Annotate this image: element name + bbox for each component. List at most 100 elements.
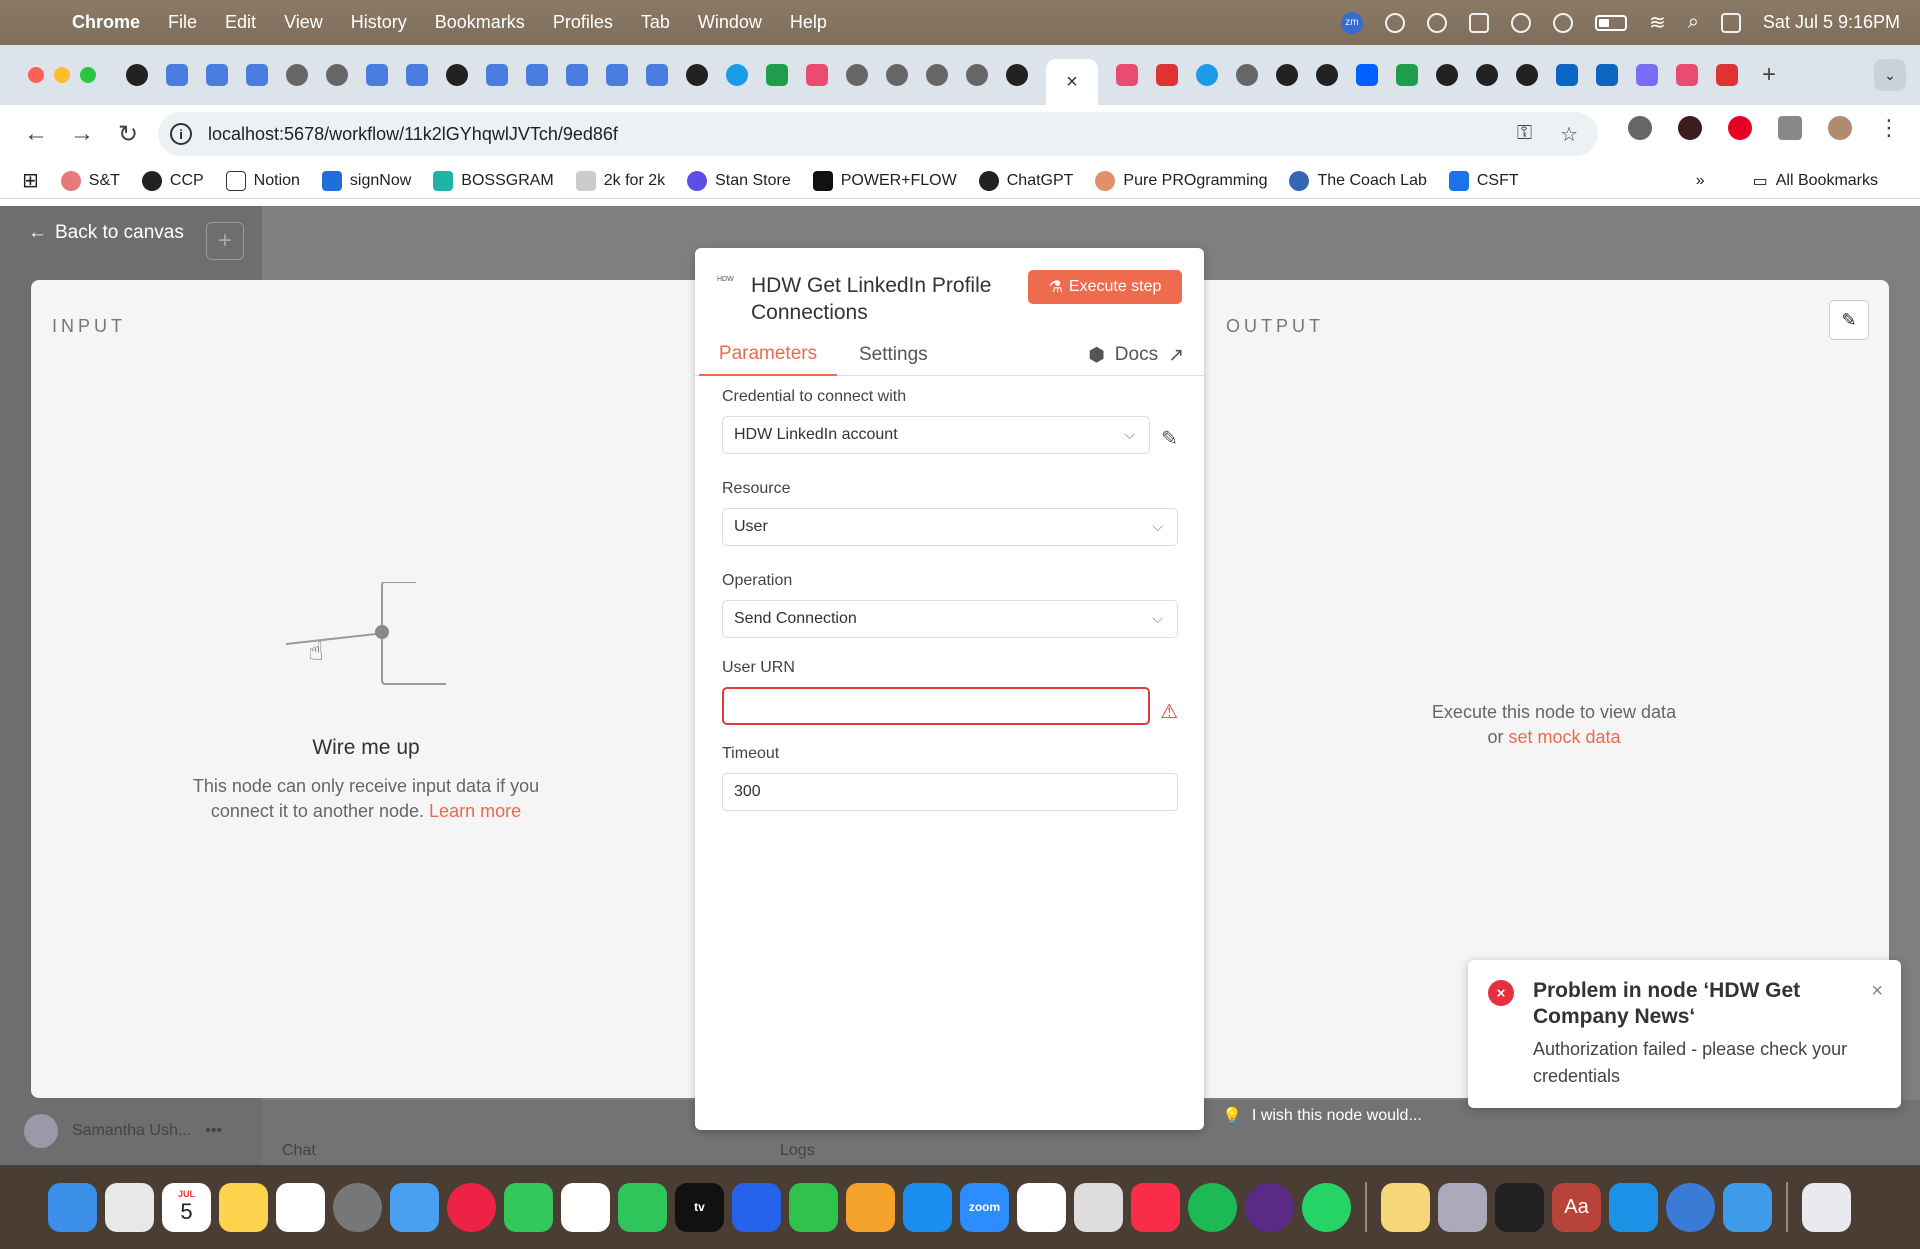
edit-credential-pencil-icon[interactable]: ✎ [1161,426,1178,451]
tab-purple-icon[interactable] [1636,64,1658,86]
bookmark-stan-store[interactable]: Stan Store [687,170,791,191]
dock-photos-icon[interactable] [561,1182,610,1232]
reload-icon[interactable]: ↻ [108,114,148,154]
bookmark-chatgpt[interactable]: ChatGPT [978,170,1073,191]
wifi-icon[interactable]: ≋ [1649,10,1666,35]
dock-appstore-icon[interactable] [903,1182,952,1232]
dock-music-icon[interactable] [1131,1182,1180,1232]
menu-profiles[interactable]: Profiles [553,12,613,33]
maximize-window-button[interactable] [80,67,96,83]
focus-icon[interactable] [1426,12,1447,33]
dock-app-icon[interactable] [1245,1182,1294,1232]
tab-blue-icon[interactable] [726,64,748,86]
dock-keynote-icon[interactable] [1723,1182,1772,1232]
bookmark-the-coach-lab[interactable]: The Coach Lab [1289,170,1427,191]
dock-facetime-icon[interactable] [618,1182,667,1232]
menubar-clock[interactable]: Sat Jul 5 9:16PM [1763,12,1900,33]
dock-freeform-icon[interactable] [276,1182,325,1232]
dock-calendar-icon[interactable]: JUL 5 [162,1182,211,1232]
tab-parameters[interactable]: Parameters [699,334,837,376]
password-key-icon[interactable]: ⚿ [1517,122,1532,147]
tab-chatgpt-icon[interactable] [1006,64,1028,86]
node-title[interactable]: HDW Get LinkedIn Profile Connections [751,272,1011,326]
address-url[interactable]: localhost:5678/workflow/11k2lGYhqwlJVTch… [208,124,618,145]
dock-spotify-icon[interactable] [1188,1182,1237,1232]
bookmark-ccp[interactable]: CCP [141,170,204,191]
menu-window[interactable]: Window [698,12,762,33]
extensions-puzzle-icon[interactable] [1778,116,1802,140]
tab-doc-icon[interactable] [206,64,228,86]
tab-doc-icon[interactable] [246,64,268,86]
chrome-menu-icon[interactable]: ⋮ [1878,115,1900,141]
tab-globe-icon[interactable] [286,64,308,86]
user-icon[interactable] [1552,12,1573,33]
tab-linkedin-icon[interactable] [1556,64,1578,86]
bookmark-power-flow[interactable]: POWER+FLOW [812,170,957,191]
close-icon[interactable]: × [1871,980,1883,1003]
tab-doc-icon[interactable] [646,64,668,86]
resource-select[interactable]: User ⌵ [722,508,1178,546]
tab-globe-icon[interactable] [926,64,948,86]
tab-chatgpt-icon[interactable] [446,64,468,86]
extension-k-icon[interactable] [1678,116,1702,140]
dock-launchpad-icon[interactable] [105,1182,154,1232]
tab-chatgpt-icon[interactable] [1316,64,1338,86]
edit-output-button[interactable]: ✎ [1829,300,1869,340]
dock-numbers-icon[interactable] [789,1182,838,1232]
bookmark-star-icon[interactable]: ☆ [1560,122,1578,147]
control-center-icon[interactable] [1720,12,1741,33]
tab-chatgpt-icon[interactable] [686,64,708,86]
tab-red-icon[interactable] [1156,64,1178,86]
dock-terminal-icon[interactable] [1495,1182,1544,1232]
docs-link[interactable]: ⬢ Docs ↗ [1088,334,1184,376]
apps-grid-icon[interactable]: ⊞ [22,168,39,193]
forward-arrow-icon[interactable]: → [62,114,102,154]
tab-doc-icon[interactable] [406,64,428,86]
extension-icon[interactable] [1628,116,1652,140]
tab-doc-icon[interactable] [526,64,548,86]
menu-bookmarks[interactable]: Bookmarks [435,12,525,33]
menu-history[interactable]: History [351,12,407,33]
menu-help[interactable]: Help [790,12,827,33]
tab-globe-icon[interactable] [966,64,988,86]
dock-finder-icon[interactable] [48,1182,97,1232]
bookmark-signnow[interactable]: signNow [321,170,411,191]
back-arrow-icon[interactable]: ← [16,114,56,154]
tab-n8n-icon[interactable] [1676,64,1698,86]
more-bookmarks-chevron-icon[interactable]: » [1696,172,1705,190]
bookmark-s-and-t[interactable]: S&T [60,170,120,191]
site-info-icon[interactable]: i [170,123,192,145]
zoom-status-icon[interactable]: zm [1340,11,1363,34]
tab-chatgpt-icon[interactable] [1476,64,1498,86]
battery-icon[interactable] [1594,14,1627,31]
dock-iphone-mirroring-icon[interactable] [1074,1182,1123,1232]
back-to-canvas-link[interactable]: ← Back to canvas [28,222,184,244]
dock-preview-icon[interactable] [1438,1182,1487,1232]
address-bar[interactable]: i localhost:5678/workflow/11k2lGYhqwlJVT… [158,112,1598,156]
tab-sheets-icon[interactable] [766,64,788,86]
bookmark-pure-programming[interactable]: Pure PROgramming [1095,170,1267,191]
tab-doc-icon[interactable] [486,64,508,86]
dock-zoom-icon[interactable]: zoom [960,1182,1009,1232]
minimize-window-button[interactable] [54,67,70,83]
tab-red-icon[interactable] [1716,64,1738,86]
menu-edit[interactable]: Edit [225,12,256,33]
tab-photos-icon[interactable] [1396,64,1418,86]
tab-n8n-icon[interactable] [806,64,828,86]
bookmark-bossgram[interactable]: BOSSGRAM [433,170,554,191]
dock-stickies-icon[interactable] [1381,1182,1430,1232]
menu-view[interactable]: View [284,12,323,33]
tab-settings[interactable]: Settings [859,334,928,376]
new-tab-button[interactable]: + [1762,61,1776,89]
operation-select[interactable]: Send Connection ⌵ [722,600,1178,638]
tab-dropbox-icon[interactable] [1356,64,1378,86]
dock-appletv-icon[interactable]: tv [675,1182,724,1232]
set-mock-data-link[interactable]: set mock data [1508,727,1620,747]
learn-more-link[interactable]: Learn more [429,801,521,821]
tab-doc-icon[interactable] [606,64,628,86]
tab-search-dropdown-icon[interactable]: ⌄ [1874,59,1906,91]
credential-select[interactable]: HDW LinkedIn account ⌵ [722,416,1150,454]
tab-chrome-icon[interactable] [126,64,148,86]
dock-docker-icon[interactable] [1609,1182,1658,1232]
profile-avatar[interactable] [1828,116,1852,140]
